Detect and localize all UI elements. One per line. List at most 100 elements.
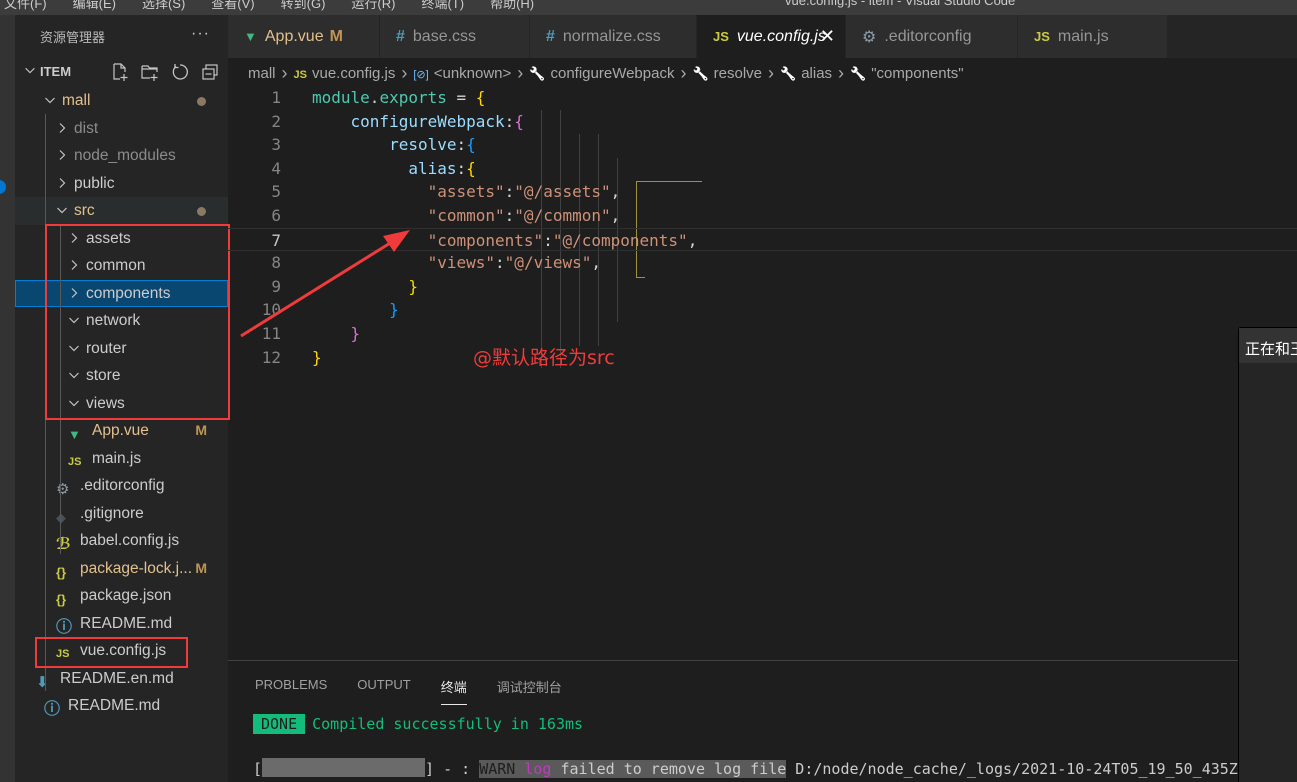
tree-item-common[interactable]: common (15, 252, 228, 280)
chevron-down-icon (57, 207, 67, 214)
panel-tab-3[interactable]: 调试控制台 (497, 677, 562, 705)
refresh-icon[interactable] (170, 62, 190, 82)
code-token: "@/components" (552, 230, 688, 250)
tree-item--editorconfig[interactable]: ⚙ .editorconfig (15, 472, 228, 500)
wrench-icon: 🔧 (692, 65, 709, 81)
separator: ] - : (425, 760, 480, 778)
tree-item-vue-config-js[interactable]: JS vue.config.js (15, 637, 228, 665)
tree-item-assets[interactable]: assets (15, 225, 228, 253)
panel-tab-2[interactable]: 终端 (441, 677, 467, 705)
css-icon: # (396, 27, 405, 45)
tree-item-package-json[interactable]: {} package.json (15, 582, 228, 610)
tree-item-label: App.vue (92, 422, 149, 439)
tree-item-network[interactable]: network (15, 307, 228, 335)
redacted-timestamp (262, 758, 426, 777)
menu-item[interactable]: 终端(T) (421, 0, 464, 12)
chevron-right-icon (59, 150, 66, 160)
tree-item-label: package.json (80, 587, 172, 604)
workspace-section-header[interactable]: ITEM (15, 57, 228, 87)
menu-item[interactable]: 运行(R) (351, 0, 395, 12)
tree-item-node-modules[interactable]: node_modules (15, 142, 228, 170)
code-token: "assets" (427, 182, 505, 202)
tab-base-css[interactable]: # base.css (380, 15, 530, 58)
chevron-down-icon (69, 317, 79, 324)
explorer-actions (110, 62, 220, 82)
terminal-line-warn: [] - : WARN log failed to remove log fil… (253, 758, 1247, 778)
tree-item-store[interactable]: store (15, 362, 228, 390)
code-token: "components" (427, 230, 544, 250)
close-icon[interactable]: ✕ (820, 26, 835, 47)
tree-item-src[interactable]: src (15, 197, 228, 225)
new-folder-icon[interactable] (140, 62, 160, 82)
code-token: configureWebpack (350, 111, 505, 131)
breadcrumb-item[interactable]: JS vue.config.js (294, 65, 396, 82)
code-token: : (543, 230, 553, 250)
menu-item[interactable]: 帮助(H) (490, 0, 534, 12)
tree-item-label: babel.config.js (80, 532, 180, 549)
tab-label: main.js (1057, 27, 1109, 45)
breadcrumb-item[interactable]: mall (248, 65, 276, 82)
code-text: "assets":"@/assets", (312, 180, 621, 204)
tree-item-readme-md[interactable]: ⓘ README.md (15, 610, 228, 638)
panel-tab-1[interactable]: OUTPUT (357, 677, 410, 705)
tree-item-app-vue[interactable]: ▼ App.vue M (15, 417, 228, 445)
menu-item[interactable]: 转到(G) (281, 0, 326, 12)
code-token: , (687, 230, 698, 250)
more-actions-button[interactable]: ··· (191, 25, 210, 43)
chevron-down-icon (69, 400, 79, 406)
code-editor[interactable]: 1 module.exports = {2 configureWebpack:{3… (228, 86, 1297, 656)
tab-label: .editorconfig (884, 27, 972, 45)
bottom-panel: PROBLEMS OUTPUT 终端 调试控制台 DONE Compiled succe… (228, 660, 1247, 782)
js-file-icon: JS (713, 29, 729, 44)
gear-icon: ⚙ (862, 28, 877, 46)
tree-item-public[interactable]: public (15, 170, 228, 198)
code-line: 5 "assets":"@/assets", (228, 180, 1297, 204)
tree-item-babel-config-js[interactable]: ℬbabel.config.js (15, 527, 228, 555)
tree-item-label: node_modules (74, 147, 176, 164)
tree-item-mall[interactable]: mall (15, 87, 228, 115)
code-token: : (504, 206, 515, 225)
tree-item-readme-md[interactable]: ⓘ README.md (15, 692, 228, 720)
line-number: 10 (261, 300, 281, 320)
code-token: alias (408, 158, 457, 178)
tab-vue-config-js[interactable]: JS vue.config.js ✕ (697, 15, 846, 58)
new-file-icon[interactable] (110, 62, 130, 82)
breadcrumb-item[interactable]: 🔧 alias (780, 65, 832, 82)
menu-item[interactable]: 编辑(E) (73, 0, 116, 12)
tree-item-components[interactable]: components (15, 279, 228, 307)
breadcrumb-item[interactable]: 🔧 resolve (692, 65, 762, 82)
panel-tab-0[interactable]: PROBLEMS (255, 677, 327, 705)
tab-editorconfig[interactable]: ⚙ .editorconfig (846, 15, 1018, 58)
code-token: , (591, 253, 602, 273)
tree-item-package-lock-j-[interactable]: {} package-lock.j... M (15, 555, 228, 583)
breadcrumb-label: configureWebpack (550, 64, 675, 82)
tab-main-js[interactable]: JS main.js (1018, 15, 1168, 58)
activity-badge[interactable] (0, 180, 6, 194)
breadcrumb-separator-icon: › (517, 62, 524, 83)
menu-item[interactable]: 选择(S) (142, 0, 185, 12)
warn-message: failed to remove log file (551, 760, 787, 778)
menu-item[interactable]: 查看(V) (211, 0, 254, 12)
menu-item[interactable]: 文件(F) (4, 0, 47, 12)
explorer-title: 资源管理器 (40, 29, 106, 45)
tree-item-views[interactable]: views (15, 390, 228, 418)
breadcrumb-separator-icon: › (401, 62, 408, 83)
breadcrumb-item[interactable]: 🔧 configureWebpack (529, 65, 674, 82)
tree-item--gitignore[interactable]: ◆ .gitignore (15, 500, 228, 528)
breadcrumb-item[interactable]: 🔧 "components" (850, 65, 964, 82)
tree-item-label: dist (74, 119, 99, 137)
tree-item-dist[interactable]: dist (15, 115, 228, 143)
tree-item-router[interactable]: router (15, 335, 228, 363)
chevron-down-icon (25, 67, 35, 74)
breadcrumb-item[interactable]: [⊘] <unknown> (413, 65, 511, 82)
line-number: 8 (271, 253, 281, 273)
code-token: "@/common" (514, 206, 611, 225)
tree-item-main-js[interactable]: JS main.js (15, 445, 228, 473)
tree-item-readme-en-md[interactable]: ⬇ README.en.md (15, 665, 228, 693)
tab-app-vue[interactable]: ▼ App.vue M (228, 15, 380, 58)
tab-normalize-css[interactable]: # normalize.css (530, 15, 697, 58)
collapse-all-icon[interactable] (200, 62, 220, 82)
